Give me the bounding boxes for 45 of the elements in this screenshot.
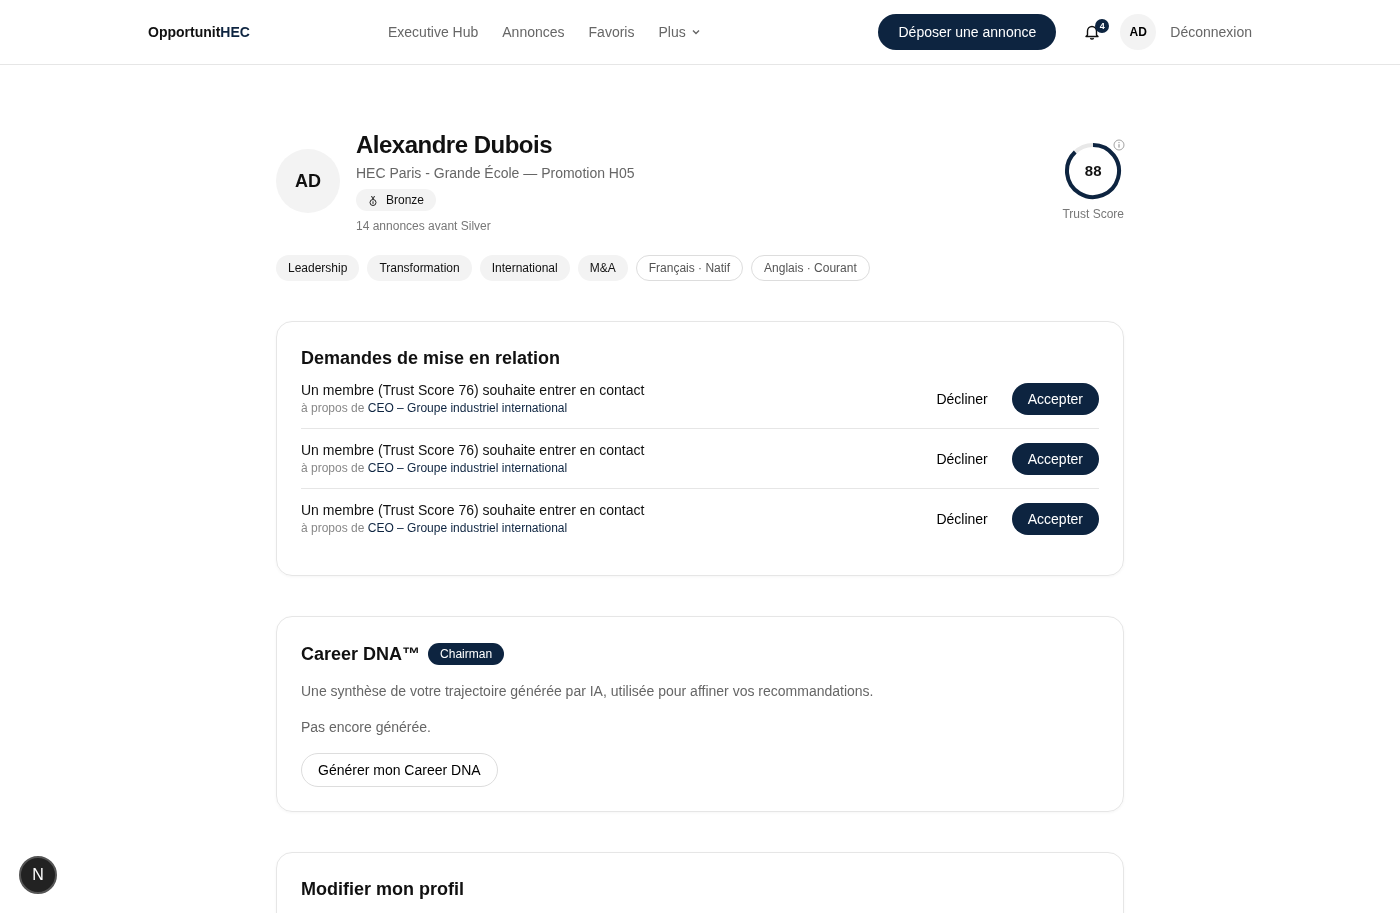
skill-tag: Leadership bbox=[276, 255, 360, 281]
nav-link[interactable]: Annonces bbox=[502, 24, 565, 40]
skill-tag: M&A bbox=[577, 255, 628, 281]
request-subject: à propos de CEO – Groupe industriel international bbox=[301, 461, 569, 475]
decline-button[interactable]: Décliner bbox=[928, 444, 996, 473]
nav-link[interactable]: Favoris bbox=[588, 24, 635, 40]
tier-badge: Bronze bbox=[356, 189, 437, 211]
card-title: Career DNA™ bbox=[301, 643, 421, 665]
decline-button[interactable]: Décliner bbox=[928, 384, 996, 413]
notification-badge: 4 bbox=[1095, 19, 1110, 33]
accept-button[interactable]: Accepter bbox=[1011, 442, 1099, 475]
logout-link[interactable]: Déconnexion bbox=[1170, 24, 1252, 40]
profile-avatar: AD bbox=[276, 149, 340, 213]
profile-name: Alexandre Dubois bbox=[356, 131, 554, 159]
trust-score-ring bbox=[1063, 141, 1124, 201]
medal-icon bbox=[368, 194, 378, 206]
request-subject: à propos de CEO – Groupe industriel international bbox=[301, 401, 569, 415]
nav-link[interactable]: Executive Hub bbox=[388, 24, 479, 40]
info-icon bbox=[1113, 139, 1126, 151]
description-text: Une synthèse de votre trajectoire générée par IA, utilisée pour affiner vos recommandations. bbox=[301, 683, 875, 699]
trust-score-label: Trust Score bbox=[1062, 207, 1124, 221]
request-text: Un membre (Trust Score 76) souhaite entrer en contact bbox=[301, 382, 646, 398]
card-title: Demandes de mise en relation bbox=[301, 348, 562, 369]
decline-button[interactable]: Décliner bbox=[928, 504, 996, 533]
nav-link[interactable]: Plus bbox=[658, 24, 700, 40]
request-text: Un membre (Trust Score 76) souhaite entrer en contact bbox=[301, 502, 646, 518]
skill-tag: International bbox=[479, 255, 570, 281]
trust-score-value: 88 bbox=[1083, 162, 1103, 179]
post-ad-button[interactable]: Déposer une annonce bbox=[878, 14, 1057, 50]
user-avatar[interactable]: AD bbox=[1120, 14, 1157, 50]
status-text: Pas encore générée. bbox=[301, 719, 432, 735]
card-title: Modifier mon profil bbox=[301, 879, 465, 900]
accept-button[interactable]: Accepter bbox=[1011, 502, 1099, 535]
bell-icon bbox=[1084, 24, 1101, 40]
tier-progress-text: 14 annonces avant Silver bbox=[356, 219, 492, 233]
dev-tools-button[interactable]: N bbox=[19, 856, 57, 894]
school-text: HEC Paris - Grande École — Promotion H05 bbox=[356, 165, 636, 181]
skill-tag: Transformation bbox=[367, 255, 472, 281]
request-subject: à propos de CEO – Groupe industriel international bbox=[301, 521, 569, 535]
generate-button[interactable]: Générer mon Career DNA bbox=[301, 753, 498, 787]
level-badge: Chairman bbox=[428, 643, 505, 665]
request-text: Un membre (Trust Score 76) souhaite entrer en contact bbox=[301, 442, 646, 458]
logo[interactable]: OpportunitHEC bbox=[148, 24, 388, 40]
accept-button[interactable]: Accepter bbox=[1011, 382, 1099, 415]
notifications-button[interactable]: 4 bbox=[1078, 18, 1107, 46]
